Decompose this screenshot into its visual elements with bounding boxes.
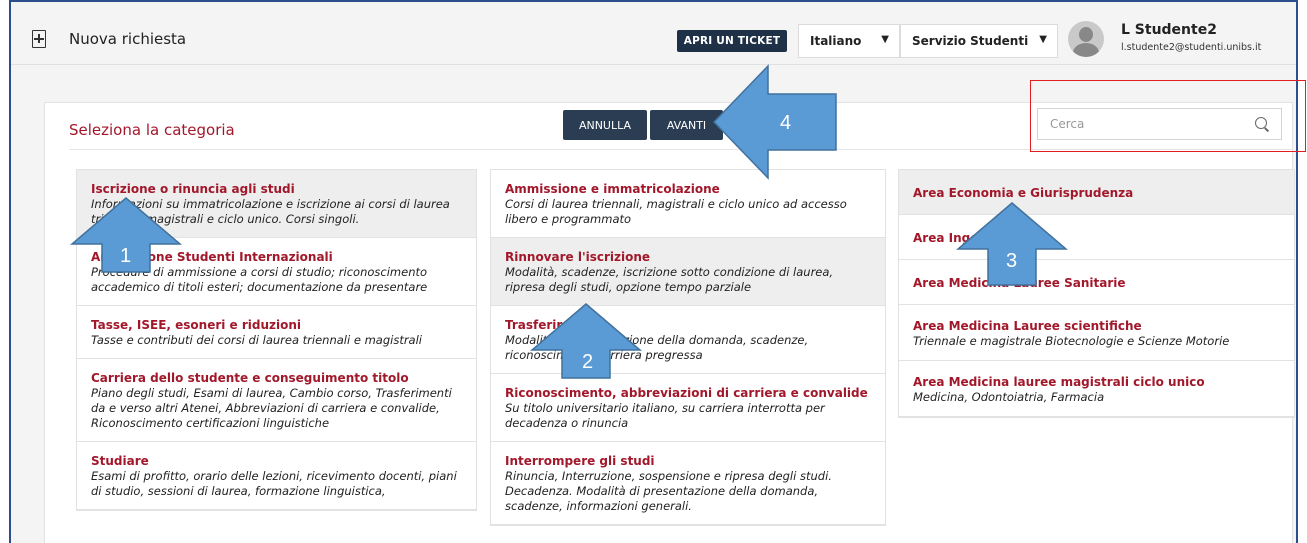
category-item[interactable]: Area Medicina lauree magistrali ciclo un… (899, 361, 1294, 417)
annotation-number: 4 (780, 112, 791, 134)
category-item[interactable]: Area Medicina Lauree scientifiche Trienn… (899, 305, 1294, 361)
annotation-arrow-1: 1 (70, 197, 182, 273)
panel-title: Seleziona la categoria (69, 121, 235, 139)
category-title: Area Medicina Lauree scientifiche (913, 319, 1142, 333)
category-title: Studiare (91, 454, 149, 468)
user-email: l.studente2@studenti.unibs.it (1121, 42, 1262, 53)
category-title: Area Economia e Giurisprudenza (913, 186, 1134, 200)
annotation-arrow-3: 3 (956, 202, 1068, 286)
category-description: Medicina, Odontoiatria, Farmacia (913, 390, 1105, 404)
annotation-arrow-2: 2 (530, 303, 642, 379)
category-title: Ammissione e immatricolazione (505, 182, 720, 196)
category-item[interactable]: Riconoscimento, abbreviazioni di carrier… (491, 374, 885, 442)
category-description: Esami di profitto, orario delle lezioni,… (91, 469, 457, 498)
annotation-number: 2 (582, 351, 593, 373)
category-title: Rinnovare l'iscrizione (505, 250, 651, 264)
category-panel: Seleziona la categoria ANNULLA AVANTI Is… (44, 102, 1295, 543)
category-description: Tasse e contributi dei corsi di laurea t… (91, 333, 422, 347)
category-title: Interrompere gli studi (505, 454, 655, 468)
caret-down-icon: ▼ (1039, 34, 1047, 45)
new-request-icon (32, 30, 46, 48)
category-title: Area Medicina lauree magistrali ciclo un… (913, 375, 1205, 389)
annotation-number: 3 (1006, 250, 1017, 272)
category-title: Riconoscimento, abbreviazioni di carrier… (505, 386, 868, 400)
category-description: Su titolo universitario italiano, su car… (505, 401, 825, 430)
category-item[interactable]: Rinnovare l'iscrizione Modalità, scadenz… (491, 238, 885, 306)
annotation-number: 1 (120, 245, 131, 267)
language-select[interactable]: Italiano ▼ (798, 24, 900, 58)
user-name: L Studente2 (1121, 22, 1217, 38)
service-select[interactable]: Servizio Studenti ▼ (900, 24, 1058, 58)
category-description: Corsi di laurea triennali, magistrali e … (505, 197, 847, 226)
annotation-arrow-4: 4 (712, 64, 837, 180)
page-title: Nuova richiesta (69, 30, 187, 48)
top-bar: Nuova richiesta APRI UN TICKET Italiano … (11, 2, 1296, 65)
category-item[interactable]: Ammissione e immatricolazione Corsi di l… (491, 170, 885, 238)
category-description: Modalità, scadenze, iscrizione sotto con… (505, 265, 834, 294)
category-item[interactable]: Interrompere gli studi Rinuncia, Interru… (491, 442, 885, 525)
category-title: Iscrizione o rinuncia agli studi (91, 182, 295, 196)
category-description: Rinuncia, Interruzione, sospensione e ri… (505, 469, 832, 513)
cancel-button[interactable]: ANNULLA (563, 110, 647, 140)
language-select-value: Italiano (810, 34, 862, 48)
open-ticket-button[interactable]: APRI UN TICKET (677, 30, 787, 52)
caret-down-icon: ▼ (881, 34, 889, 45)
category-item[interactable]: Tasse, ISEE, esoneri e riduzioni Tasse e… (77, 306, 476, 359)
category-description: Triennale e magistrale Biotecnologie e S… (913, 334, 1230, 348)
user-avatar-icon[interactable] (1068, 21, 1104, 57)
category-description: Piano degli studi, Esami di laurea, Camb… (91, 386, 452, 430)
category-title: Carriera dello studente e conseguimento … (91, 371, 409, 385)
category-item[interactable]: Studiare Esami di profitto, orario delle… (77, 442, 476, 510)
search-highlight-box (1030, 80, 1306, 152)
category-item[interactable]: Carriera dello studente e conseguimento … (77, 359, 476, 442)
service-select-value: Servizio Studenti (912, 34, 1029, 48)
category-title: Tasse, ISEE, esoneri e riduzioni (91, 318, 302, 332)
